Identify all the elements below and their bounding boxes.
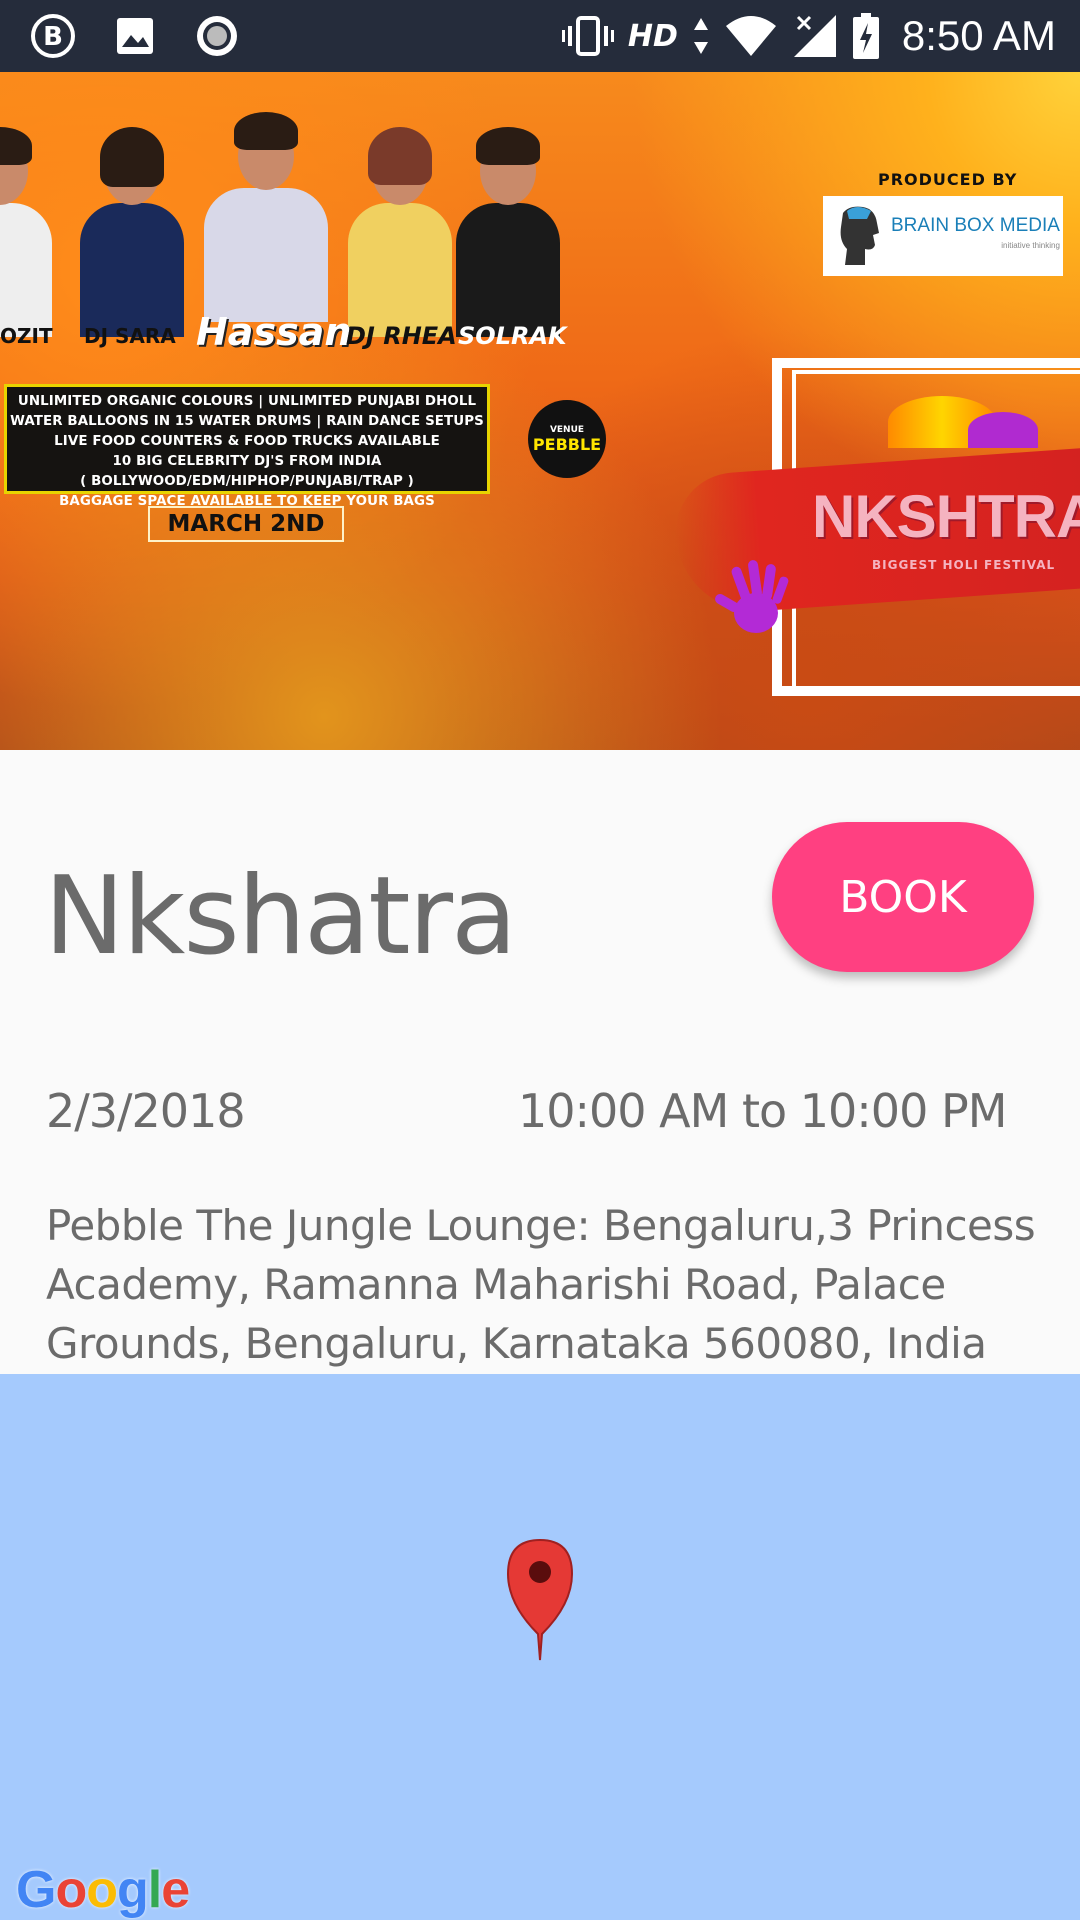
google-letter: l: [147, 1861, 162, 1919]
event-address: Pebble The Jungle Lounge: Bengaluru,3 Pr…: [46, 1201, 1036, 1368]
clock: 8:50 AM: [901, 12, 1056, 59]
venue-badge: VENUE PEBBLE: [528, 400, 606, 478]
dj-photo: [0, 117, 60, 337]
google-letter: o: [86, 1861, 118, 1919]
dj-photo: [340, 117, 460, 337]
svg-text:B: B: [43, 22, 63, 52]
venue-small-label: VENUE: [549, 424, 585, 435]
info-line: ( BOLLYWOOD/EDM/HIPHOP/PUNJABI/TRAP ): [80, 474, 414, 489]
info-line: UNLIMITED ORGANIC COLOURS | UNLIMITED PU…: [17, 394, 477, 409]
dj-photo: [196, 102, 336, 322]
vibrate-icon: [561, 14, 614, 58]
event-date: 2/3/2018: [46, 1084, 246, 1138]
head-silhouette-icon: [837, 205, 881, 267]
dj-name: DJ RHEA: [346, 322, 457, 350]
event-title: Nkshatra: [44, 854, 517, 979]
event-details: Nkshatra BOOK 2/3/2018 10:00 AM to 10:00…: [0, 750, 1080, 1374]
hd-label: HD: [627, 18, 678, 54]
wifi-icon: [724, 14, 778, 58]
record-icon: [194, 13, 240, 59]
event-time: 10:00 AM to 10:00 PM: [518, 1084, 1007, 1138]
dj-name: Hassan: [196, 310, 352, 354]
festival-subtitle: BIGGEST HOLI FESTIVAL: [872, 558, 1056, 572]
producer-name: BRAIN BOX MEDIA: [891, 215, 1060, 236]
producer-logo: BRAIN BOX MEDIA initiative thinking: [823, 196, 1063, 276]
status-bar: B HD 8:50 AM: [0, 0, 1080, 72]
hand-print-icon: [706, 558, 796, 648]
dj-name: OZIT: [0, 324, 53, 348]
dj-photo: [448, 117, 568, 337]
map-pin-icon[interactable]: [500, 1534, 580, 1662]
banner-date-label: MARCH 2ND: [148, 506, 344, 542]
info-line: 10 BIG CELEBRITY DJ'S FROM INDIA: [112, 454, 382, 469]
dj-name: DJ SARA: [84, 324, 176, 348]
venue-name: PEBBLE: [532, 434, 602, 454]
producer-name-block: BRAIN BOX MEDIA initiative thinking: [891, 216, 1060, 256]
produced-by-label: PRODUCED BY: [878, 170, 1018, 189]
event-info-box: UNLIMITED ORGANIC COLOURS | UNLIMITED PU…: [4, 384, 490, 509]
producer-tagline: initiative thinking: [1001, 241, 1060, 250]
google-letter: g: [116, 1861, 149, 1919]
google-letter: G: [16, 1861, 56, 1919]
battery-charging-icon: [852, 13, 880, 59]
festival-logo: NKSHTRA: [812, 483, 1080, 550]
google-letter: e: [161, 1861, 190, 1919]
google-logo: Google: [16, 1860, 190, 1920]
color-powder-pile: [968, 412, 1038, 448]
event-banner-image: OZIT DJ SARA Hassan DJ RHEA SOLRAK UNLIM…: [0, 72, 1080, 750]
book-button[interactable]: BOOK: [772, 822, 1034, 972]
dj-name: SOLRAK: [458, 322, 567, 350]
image-icon: [114, 15, 156, 57]
status-bar-right: HD 8:50 AM: [548, 12, 1056, 60]
signal-icon: [792, 13, 838, 59]
google-letter: o: [55, 1861, 87, 1919]
info-line: WATER BALLOONS IN 15 WATER DRUMS | RAIN …: [10, 414, 484, 429]
status-bar-left: B: [30, 13, 278, 59]
data-arrows-icon: [692, 16, 710, 56]
b-circle-icon: B: [30, 13, 76, 59]
map-view[interactable]: Google: [0, 1374, 1080, 1920]
info-line: LIVE FOOD COUNTERS & FOOD TRUCKS AVAILAB…: [54, 434, 440, 449]
dj-photo: [72, 117, 192, 337]
